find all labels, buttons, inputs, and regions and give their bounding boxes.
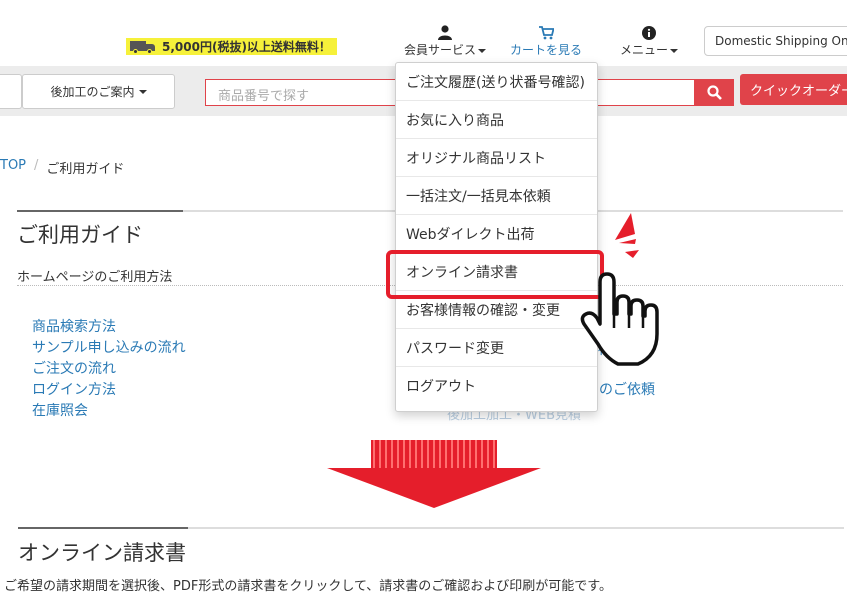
section-divider-accent	[17, 210, 183, 212]
postprocessing-dropdown-button[interactable]: 後加工のご案内	[22, 74, 175, 109]
online-invoice-highlight	[386, 250, 604, 299]
shipping-select[interactable]: Domestic Shipping Only	[704, 26, 847, 56]
down-arrow-icon	[327, 440, 541, 508]
quick-order-button[interactable]: クイックオーダー	[740, 74, 847, 105]
guide-link-stock-inquiry[interactable]: 在庫照会	[32, 402, 186, 421]
section-divider-accent	[18, 527, 188, 529]
menu-item-web-direct-shipping[interactable]: Webダイレクト出荷	[396, 215, 597, 253]
chevron-down-icon	[478, 48, 487, 53]
breadcrumb-separator: /	[34, 158, 39, 173]
menu-item-change-password[interactable]: パスワード変更	[396, 329, 597, 367]
free-shipping-banner: 5,000円(税抜)以上送料無料！	[126, 38, 337, 55]
menu-item-favorites[interactable]: お気に入り商品	[396, 101, 597, 139]
member-service-menu[interactable]: 会員サービス	[404, 24, 487, 58]
breadcrumb: TOP / ご利用ガイド	[0, 158, 124, 177]
page-title: ご利用ガイド	[17, 223, 143, 247]
online-invoice-title: オンライン請求書	[18, 541, 186, 565]
postprocessing-label: 後加工のご案内	[50, 85, 135, 99]
menu-item-original-products[interactable]: オリジナル商品リスト	[396, 139, 597, 177]
top-header: 5,000円(税抜)以上送料無料！ 会員サービス カートを見る メニュー Dom…	[0, 0, 847, 66]
emphasis-marks-icon	[615, 213, 639, 258]
guide-link-login[interactable]: ログイン方法	[32, 381, 186, 400]
search-button[interactable]	[695, 79, 734, 106]
member-service-dropdown: ご注文履歴(送り状番号確認) お気に入り商品 オリジナル商品リスト 一括注文/一…	[395, 62, 598, 412]
online-invoice-description: ご希望の請求期間を選択後、PDF形式の請求書をクリックして、請求書のご確認および…	[4, 579, 612, 594]
pointing-hand-icon	[580, 272, 659, 366]
menu-label: メニュー	[620, 43, 669, 57]
main-menu[interactable]: メニュー	[620, 24, 679, 58]
info-icon	[642, 24, 656, 40]
chevron-down-icon	[138, 89, 147, 94]
cart-link[interactable]: カートを見る	[510, 24, 582, 58]
breadcrumb-current: ご利用ガイド	[46, 162, 125, 177]
breadcrumb-home-link[interactable]: TOP	[0, 158, 26, 177]
search-icon	[707, 85, 722, 100]
guide-link-sample-request[interactable]: サンプル申し込みの流れ	[32, 339, 186, 358]
nav-button-partial[interactable]	[0, 74, 22, 109]
menu-item-bulk-order[interactable]: 一括注文/一括見本依頼	[396, 177, 597, 215]
guide-link-product-search[interactable]: 商品検索方法	[32, 318, 186, 337]
menu-item-logout[interactable]: ログアウト	[396, 367, 597, 405]
chevron-down-icon	[670, 48, 679, 53]
user-icon	[438, 24, 452, 40]
cart-icon	[538, 24, 554, 40]
guide-link-list: 商品検索方法 サンプル申し込みの流れ ご注文の流れ ログイン方法 在庫照会	[32, 318, 186, 421]
member-service-label: 会員サービス	[404, 43, 477, 57]
cart-label: カートを見る	[510, 43, 583, 57]
section-subtitle: ホームページのご利用方法	[17, 270, 173, 285]
menu-item-order-history[interactable]: ご注文履歴(送り状番号確認)	[396, 63, 597, 101]
free-shipping-text: 5,000円(税抜)以上送料無料！	[162, 40, 331, 54]
truck-icon	[130, 40, 156, 54]
guide-link-order-flow[interactable]: ご注文の流れ	[32, 360, 186, 379]
